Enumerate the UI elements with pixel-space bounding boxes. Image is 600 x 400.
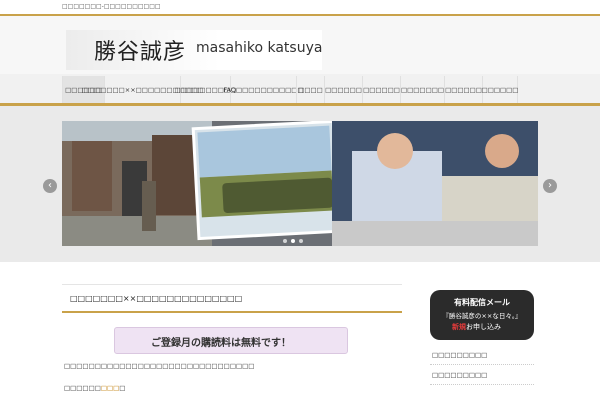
site-header: 勝谷誠彦 masahiko katsuya <box>0 16 600 74</box>
slider-next-button[interactable]: › <box>543 179 557 193</box>
nav-item-9[interactable]: □□□□□□ <box>444 76 482 103</box>
post-title[interactable]: □□□□□□□××□□□□□□□□□□□□□□ <box>70 294 242 303</box>
nav-item-5[interactable]: □□□□ <box>296 76 324 103</box>
sidebar-link-label: □□□□□□□□□ <box>432 351 488 359</box>
main-nav: □□□□□□ □□□□□□□××□□□□□□□□□□□ □□□□□□□□□□ F… <box>0 74 600 106</box>
post-title-bar: □□□□□□□××□□□□□□□□□□□□□□ <box>62 284 402 313</box>
logo-title-en[interactable]: masahiko katsuya <box>196 40 322 56</box>
site-tagline: □□□□□□□-□□□□□□□□□□ <box>62 3 161 10</box>
ad-cta: 新規お申し込み <box>452 322 501 332</box>
body-highlight: □□□ <box>100 384 120 392</box>
slider-dot[interactable] <box>299 239 303 243</box>
top-bar: □□□□□□□-□□□□□□□□□□ <box>0 0 600 16</box>
slider-dot-active[interactable] <box>291 239 295 243</box>
slider-dots <box>283 239 323 244</box>
nav-item-8[interactable]: □□□□□□□ <box>400 76 444 103</box>
sidebar-link-label: □□□□□□□□□ <box>432 371 488 379</box>
logo-title-jp[interactable]: 勝谷誠彦 <box>94 34 186 66</box>
sidebar-link[interactable]: □□□□□□□□□ <box>430 346 534 365</box>
ad-title: 有料配信メール <box>454 298 510 307</box>
ad-subtitle: 『勝谷誠彦の××な日々。』 <box>442 312 522 320</box>
nav-item-7[interactable]: □□□□□□ <box>362 76 400 103</box>
post-body-line: □□□□□□□□□□ <box>64 384 125 392</box>
sidebar-link[interactable]: □□□□□□□□□ <box>430 366 534 385</box>
slider-dot[interactable] <box>283 239 287 243</box>
slider-image[interactable] <box>62 121 538 246</box>
free-month-banner: ご登録月の購読料は無料です！ <box>114 327 348 354</box>
nav-item-faq[interactable]: FAQ□□□□□□□□□□□ <box>223 76 304 103</box>
body-text: □□□□□□ <box>64 384 101 392</box>
body-text: □ <box>119 384 126 392</box>
subscribe-ad-banner[interactable]: 有料配信メール 『勝谷誠彦の××な日々。』 新規お申し込み <box>430 290 534 340</box>
ad-cta-text: お申し込み <box>466 323 501 331</box>
nav-item-6[interactable]: □□□□□□ <box>324 76 362 103</box>
nav-item-10[interactable]: □□□□□□ <box>482 76 518 103</box>
banner-text: ご登録月の購読料は無料です！ <box>151 338 291 349</box>
slider-prev-button[interactable]: ‹ <box>43 179 57 193</box>
post-body-line: □□□□□□□□□□□□□□□□□□□□□□□□□□□□□□□ <box>64 362 255 370</box>
nav-item-about-mail[interactable]: □□□□□□□××□□□□□□□□□□□ <box>82 76 203 103</box>
slide-photo <box>62 121 538 246</box>
ad-new-label: 新規 <box>452 323 466 331</box>
